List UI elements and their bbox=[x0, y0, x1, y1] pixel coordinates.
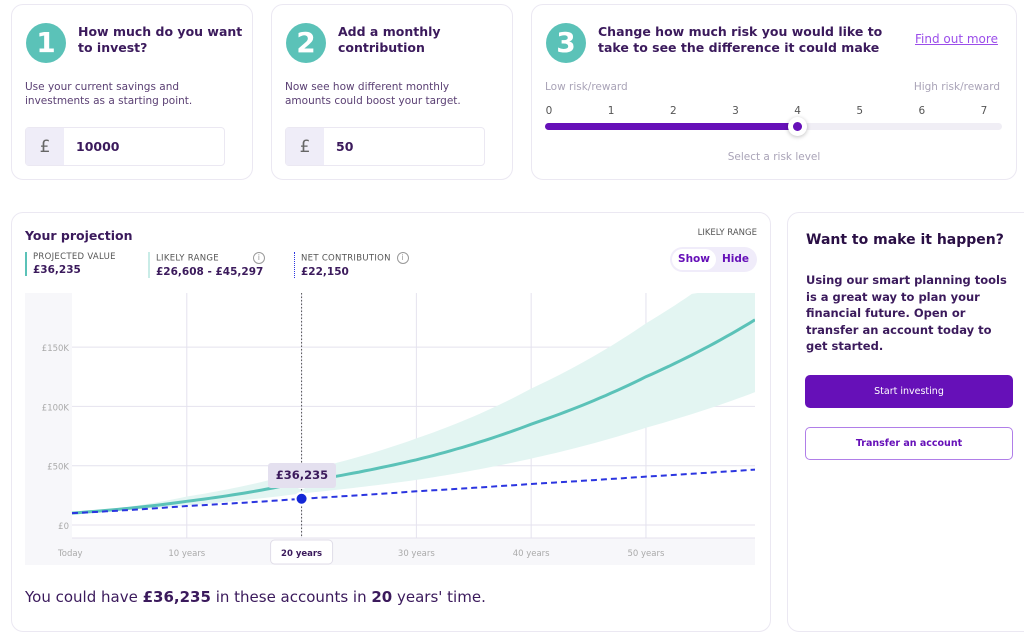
stat-projected-value: PROJECTED VALUE £36,235 bbox=[25, 252, 116, 276]
stat-net-contribution: NET CONTRIBUTION i £22,150 bbox=[294, 252, 409, 278]
y-tick-label: £50K bbox=[47, 463, 69, 473]
step1-card: 1 How much do you want to invest? Use yo… bbox=[11, 4, 253, 180]
risk-slider-fill bbox=[545, 123, 797, 130]
projection-chart[interactable]: £0 £50K £100K £150K Today 10 years 20 years 30 … bbox=[25, 293, 755, 565]
y-tick-label: £100K bbox=[42, 403, 70, 413]
risk-tick[interactable]: 7 bbox=[974, 105, 994, 117]
low-risk-label: Low risk/reward bbox=[545, 81, 628, 93]
initial-investment-input[interactable] bbox=[64, 128, 214, 165]
monthly-contribution-field[interactable]: £ bbox=[285, 127, 485, 166]
step1-title: How much do you want to invest? bbox=[78, 24, 243, 55]
pound-icon: £ bbox=[26, 128, 64, 165]
risk-tick[interactable]: 4 bbox=[788, 105, 808, 117]
x-tick-label: 10 years bbox=[168, 549, 205, 559]
monthly-contribution-input[interactable] bbox=[324, 128, 474, 165]
likely-range-toggle-label: LIKELY RANGE bbox=[697, 228, 757, 238]
step-number-3: 3 bbox=[546, 23, 586, 63]
cta-body: Using our smart planning tools is a grea… bbox=[806, 273, 1007, 353]
x-tick-label: 40 years bbox=[513, 549, 550, 559]
projection-title: Your projection bbox=[25, 228, 133, 243]
risk-tick[interactable]: 0 bbox=[539, 105, 559, 117]
step3-title: Change how much risk you would like to t… bbox=[598, 24, 883, 55]
y-tick-label: £150K bbox=[42, 344, 70, 354]
find-out-more-link[interactable]: Find out more bbox=[915, 32, 998, 46]
show-range-button[interactable]: Show bbox=[672, 249, 716, 270]
step-number-2: 2 bbox=[286, 23, 326, 63]
contribution-marker bbox=[296, 493, 307, 504]
step3-card: 3 Change how much risk you would like to… bbox=[531, 4, 1017, 180]
stat-likely-range: LIKELY RANGE i £26,608 - £45,297 bbox=[148, 252, 265, 278]
likely-range-toggle[interactable]: Show Hide bbox=[670, 247, 757, 272]
step2-card: 2 Add a monthly contribution Now see how… bbox=[271, 4, 513, 180]
transfer-account-button[interactable]: Transfer an account bbox=[805, 427, 1013, 460]
risk-tick[interactable]: 2 bbox=[663, 105, 683, 117]
risk-slider[interactable] bbox=[545, 117, 1002, 136]
cta-title: Want to make it happen? bbox=[806, 232, 1004, 248]
hide-range-button[interactable]: Hide bbox=[716, 249, 755, 270]
x-tick-label: 30 years bbox=[398, 549, 435, 559]
info-icon[interactable]: i bbox=[396, 252, 409, 264]
high-risk-label: High risk/reward bbox=[913, 81, 1000, 93]
risk-slider-thumb[interactable] bbox=[787, 117, 807, 136]
projection-summary: You could have £36,235 in these accounts… bbox=[25, 588, 486, 606]
x-tick-label: 20 years bbox=[281, 549, 322, 559]
risk-tick[interactable]: 3 bbox=[725, 105, 745, 117]
chart-tooltip: £36,235 bbox=[268, 463, 336, 488]
risk-tick[interactable]: 1 bbox=[601, 105, 621, 117]
info-icon[interactable]: i bbox=[252, 252, 265, 264]
pound-icon: £ bbox=[286, 128, 324, 165]
x-tick-label: 50 years bbox=[627, 549, 664, 559]
step1-description: Use your current savings and investments… bbox=[25, 81, 193, 107]
step2-description: Now see how different monthly amounts co… bbox=[285, 81, 461, 107]
y-tick-label: £0 bbox=[58, 522, 69, 532]
start-investing-button[interactable]: Start investing bbox=[805, 375, 1013, 408]
risk-tick[interactable]: 5 bbox=[850, 105, 870, 117]
risk-tick[interactable]: 6 bbox=[912, 105, 932, 117]
x-tick-label: Today bbox=[57, 549, 83, 559]
initial-investment-field[interactable]: £ bbox=[25, 127, 225, 166]
risk-hint: Select a risk level bbox=[727, 151, 821, 163]
step2-title: Add a monthly contribution bbox=[338, 24, 441, 55]
step-number-1: 1 bbox=[26, 23, 66, 63]
